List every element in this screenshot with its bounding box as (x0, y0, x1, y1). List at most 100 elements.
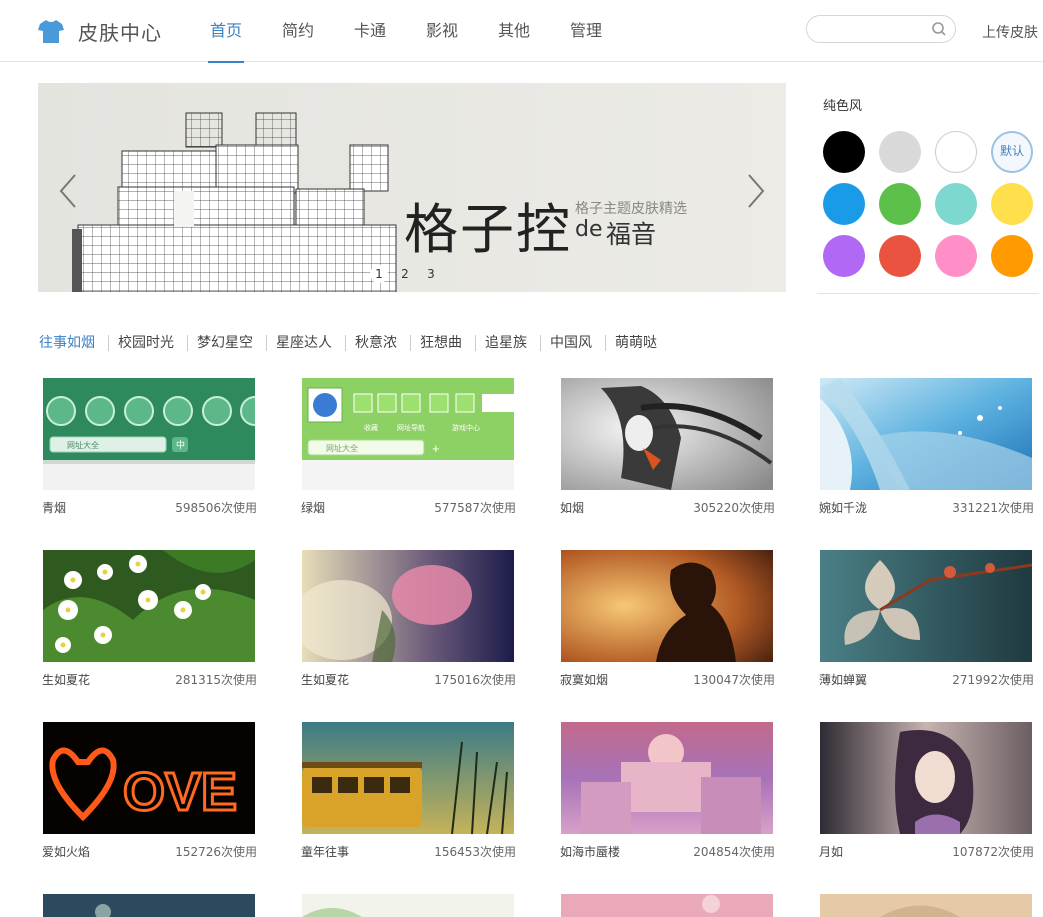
skin-thumbnail[interactable]: 网址大全 中 (43, 378, 255, 490)
skin-thumbnail[interactable] (302, 550, 514, 662)
color-swatch-green[interactable] (879, 183, 921, 225)
skin-usage-count: 331221次使用 (952, 501, 1034, 515)
banner-tagline: 福音 (606, 220, 657, 249)
nav-film[interactable]: 影视 (406, 0, 478, 62)
color-swatch-pink[interactable] (935, 235, 977, 277)
banner-carousel: 格子控 格子主题皮肤精选 de 福音 1 2 3 (38, 83, 786, 292)
category-tab[interactable]: 星座达人 (267, 335, 346, 351)
color-swatch-blue[interactable] (823, 183, 865, 225)
skin-thumbnail-partial[interactable] (302, 894, 514, 917)
category-tab[interactable]: 梦幻星空 (188, 335, 267, 351)
skin-thumbnail[interactable] (820, 722, 1032, 834)
skin-thumbnail[interactable] (820, 378, 1032, 490)
skin-name[interactable]: 绿烟 (301, 499, 325, 516)
top-bar: 皮肤中心 首页 简约 卡通 影视 其他 管理 上传皮肤 (0, 0, 1043, 63)
category-tab[interactable]: 中国风 (541, 335, 606, 351)
skin-card: 如烟 305220次使用 (560, 378, 775, 528)
skin-card: 网址大全 中 青烟 598506次使用 (42, 378, 257, 528)
category-tab[interactable]: 往事如烟 (30, 335, 109, 351)
skin-thumbnail[interactable] (561, 550, 773, 662)
nav-manage[interactable]: 管理 (550, 0, 622, 62)
search-input[interactable] (819, 20, 933, 40)
skin-usage-count: 204854次使用 (693, 845, 775, 859)
color-swatch-gray[interactable] (879, 131, 921, 173)
skin-name[interactable]: 生如夏花 (42, 671, 90, 688)
skin-thumbnail[interactable]: OVE (43, 722, 255, 834)
banner-title: 格子控 (404, 198, 572, 261)
category-tabs: 往事如烟 校园时光 梦幻星空 星座达人 秋意浓 狂想曲 追星族 中国风 萌萌哒 (30, 333, 670, 353)
skin-usage-count: 130047次使用 (693, 673, 775, 687)
thumb-nav-link-text: 网址导航 (397, 423, 425, 432)
prev-arrow-icon[interactable] (58, 173, 78, 209)
category-tab[interactable]: 萌萌哒 (606, 335, 670, 351)
skin-thumbnail-partial[interactable] (820, 894, 1032, 917)
nav-home[interactable]: 首页 (190, 0, 262, 63)
skin-card: 童年往事 156453次使用 (301, 722, 516, 872)
nav-other[interactable]: 其他 (478, 0, 550, 62)
category-tab[interactable]: 校园时光 (109, 335, 188, 351)
skin-card: 生如夏花 281315次使用 (42, 550, 257, 700)
skin-thumbnail[interactable] (43, 550, 255, 662)
search-box (806, 15, 956, 43)
skin-thumbnail[interactable] (302, 722, 514, 834)
skin-thumbnail[interactable] (561, 722, 773, 834)
main-nav: 首页 简约 卡通 影视 其他 管理 (190, 0, 622, 63)
thumb-addr-text: 网址大全 (326, 443, 358, 453)
banner-page-dot[interactable]: 2 (396, 265, 414, 283)
skin-name[interactable]: 如烟 (560, 499, 584, 516)
category-tab[interactable]: 狂想曲 (411, 335, 476, 351)
skin-name[interactable]: 如海市蜃楼 (560, 843, 620, 860)
skin-usage-count: 271992次使用 (952, 673, 1034, 687)
upload-skin-link[interactable]: 上传皮肤 (982, 22, 1038, 42)
color-swatch-white[interactable] (935, 131, 977, 173)
search-icon[interactable] (931, 21, 947, 37)
category-tab[interactable]: 追星族 (476, 335, 541, 351)
skin-usage-count: 598506次使用 (175, 501, 257, 515)
skin-usage-count: 156453次使用 (434, 845, 516, 859)
color-swatch-purple[interactable] (823, 235, 865, 277)
color-swatch-orange[interactable] (991, 235, 1033, 277)
skin-usage-count: 175016次使用 (434, 673, 516, 687)
category-tab[interactable]: 秋意浓 (346, 335, 411, 351)
brand-title[interactable]: 皮肤中心 (78, 17, 162, 46)
skin-card: 薄如蝉翼 271992次使用 (819, 550, 1034, 700)
banner-de: de (575, 217, 603, 242)
skin-card: 生如夏花 175016次使用 (301, 550, 516, 700)
tshirt-logo-icon[interactable] (36, 16, 66, 46)
thumb-fav-text: 收藏 (364, 423, 378, 432)
skin-name[interactable]: 生如夏花 (301, 671, 349, 688)
skin-name[interactable]: 寂寞如烟 (560, 671, 608, 688)
color-swatch-teal[interactable] (935, 183, 977, 225)
color-swatch-black[interactable] (823, 131, 865, 173)
nav-simple[interactable]: 简约 (262, 0, 334, 62)
skin-card: OVE 爱如火焰 152726次使用 (42, 722, 257, 872)
skin-name[interactable]: 青烟 (42, 499, 66, 516)
skin-thumbnail[interactable] (561, 378, 773, 490)
skin-card: 婉如千泷 331221次使用 (819, 378, 1034, 528)
skin-thumbnail[interactable]: 收藏 网址导航 游戏中心 网址大全 + (302, 378, 514, 490)
skin-card: 收藏 网址导航 游戏中心 网址大全 + 绿烟 577587次使用 (301, 378, 516, 528)
nav-cartoon[interactable]: 卡通 (334, 0, 406, 62)
solid-color-palette: 纯色风 默认 (817, 83, 1039, 294)
skin-thumbnail[interactable] (820, 550, 1032, 662)
banner-page-dot[interactable]: 3 (422, 265, 440, 283)
skin-name[interactable]: 婉如千泷 (819, 499, 867, 516)
thumb-ove-text: OVE (123, 762, 237, 822)
next-arrow-icon[interactable] (746, 173, 766, 209)
banner-pagination: 1 2 3 (370, 265, 440, 283)
thumb-game-text: 游戏中心 (452, 423, 480, 432)
color-swatch-red[interactable] (879, 235, 921, 277)
skin-usage-count: 107872次使用 (952, 845, 1034, 859)
skin-thumbnail-partial[interactable] (43, 894, 255, 917)
banner-page-dot[interactable]: 1 (370, 265, 388, 283)
skin-name[interactable]: 月如 (819, 843, 843, 860)
skin-card: 如海市蜃楼 204854次使用 (560, 722, 775, 872)
skin-name[interactable]: 薄如蝉翼 (819, 671, 867, 688)
color-swatch-yellow[interactable] (991, 183, 1033, 225)
skin-name[interactable]: 童年往事 (301, 843, 349, 860)
color-swatch-default[interactable]: 默认 (991, 131, 1033, 173)
skin-name[interactable]: 爱如火焰 (42, 843, 90, 860)
skin-usage-count: 577587次使用 (434, 501, 516, 515)
skin-thumbnail-partial[interactable] (561, 894, 773, 917)
thumb-zh-text: 中 (176, 439, 185, 450)
